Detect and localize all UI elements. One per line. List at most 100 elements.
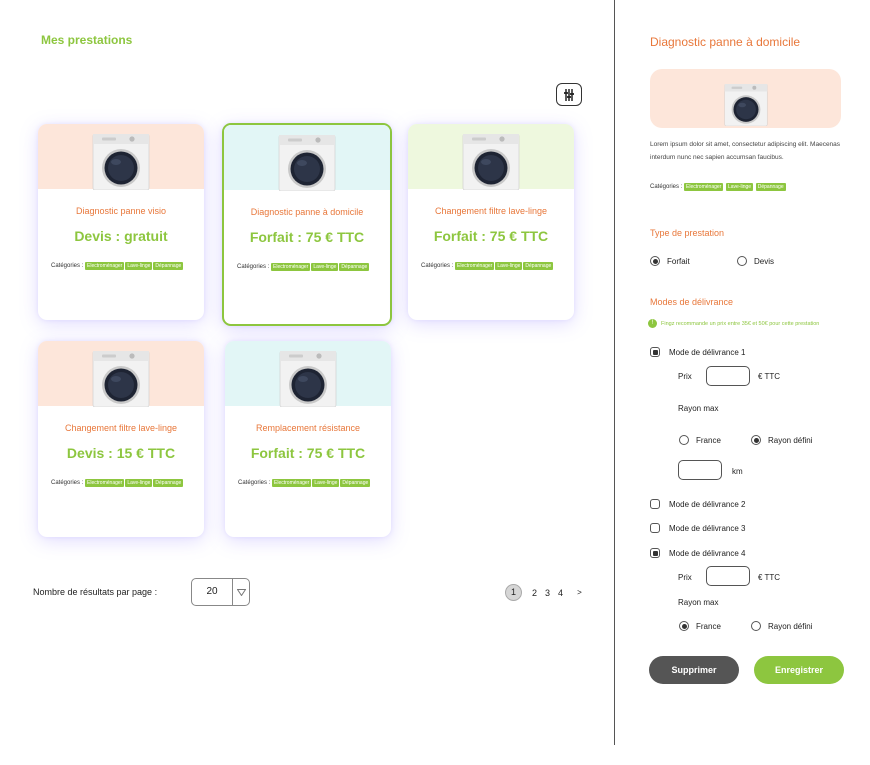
tag: Dépannage <box>153 262 184 270</box>
tag: Electroménager <box>85 262 125 270</box>
washing-machine-image <box>279 350 337 408</box>
prix-label: Prix <box>678 573 692 582</box>
card-categories: Catégories : Electroménager Lave-linge Dép… <box>421 261 566 272</box>
radio-icon[interactable] <box>737 256 747 266</box>
service-card[interactable]: Diagnostic panne visio Devis : gratuit C… <box>38 124 204 320</box>
card-price: Forfait : 75 € TTC <box>250 445 366 461</box>
card-title: Diagnostic panne à domicile <box>250 207 364 217</box>
washing-machine-image <box>278 134 336 192</box>
save-button[interactable]: Enregistrer <box>754 656 844 684</box>
tag: Lave-linge <box>495 262 523 270</box>
detail-image-box <box>650 69 841 128</box>
mode-label: Mode de délivrance 1 <box>669 347 746 357</box>
rayon-max-label: Rayon max <box>678 598 719 607</box>
checkbox-icon[interactable] <box>650 523 660 533</box>
radio-icon[interactable] <box>679 435 689 445</box>
tag: Lave-linge <box>311 263 339 271</box>
price-hint: ! Fingz recommande un prix entre 35€ et … <box>648 319 819 328</box>
service-card[interactable]: Changement filtre lave-linge Devis : 15 … <box>38 341 204 537</box>
mode-3-checkbox[interactable]: Mode de délivrance 3 <box>650 523 746 533</box>
mode-4-france-option[interactable]: France <box>679 621 721 631</box>
card-categories: Catégories : Electroménager Lave-linge Dép… <box>237 262 382 273</box>
washing-machine-image <box>92 133 150 191</box>
radio-icon[interactable] <box>650 256 660 266</box>
next-page-button[interactable]: > <box>573 588 586 597</box>
filter-button[interactable] <box>556 83 582 106</box>
ttc-label: € TTC <box>758 573 781 582</box>
page-4[interactable]: 4 <box>554 588 567 598</box>
card-title: Changement filtre lave-linge <box>64 423 178 433</box>
page: Mes prestations Diagnostic panne visio D… <box>0 0 870 765</box>
page-3[interactable]: 3 <box>541 588 554 598</box>
categories-label: Catégories : <box>51 263 84 269</box>
card-price: Forfait : 75 € TTC <box>433 228 549 244</box>
km-label: km <box>732 467 743 476</box>
tag: Dépannage <box>339 263 370 271</box>
washing-machine-image <box>92 350 150 408</box>
tag: Lave-linge <box>125 479 153 487</box>
mode-label: Mode de délivrance 3 <box>669 523 746 533</box>
card-price: Devis : 15 € TTC <box>66 445 176 461</box>
checkbox-icon[interactable] <box>650 548 660 558</box>
detail-categories: Catégories : Electroménager Lave-linge D… <box>650 183 787 193</box>
price-hint-text: Fingz recommande un prix entre 35€ et 50… <box>661 320 820 327</box>
results-per-page-select[interactable]: 20 <box>191 578 250 606</box>
panel-divider <box>614 0 615 745</box>
tag: Electroménager <box>271 263 311 271</box>
page-2[interactable]: 2 <box>528 588 541 598</box>
mode-1-price-input[interactable] <box>706 366 750 386</box>
mode-4-price-input[interactable] <box>706 566 750 586</box>
tag: Electroménager <box>684 183 724 191</box>
checkbox-icon[interactable] <box>650 499 660 509</box>
mode-1-radius-input[interactable] <box>678 460 722 480</box>
mode-label: Mode de délivrance 2 <box>669 499 746 509</box>
page-title: Mes prestations <box>41 33 133 47</box>
mode-1-checkbox[interactable]: Mode de délivrance 1 <box>650 347 746 357</box>
option-label: France <box>696 621 721 631</box>
modes-section-title: Modes de délivrance <box>650 297 734 307</box>
card-title: Diagnostic panne visio <box>75 206 167 216</box>
card-title: Remplacement résistance <box>255 423 361 433</box>
tag: Electroménager <box>85 479 125 487</box>
mode-1-rayon-option[interactable]: Rayon défini <box>751 435 812 445</box>
checkbox-icon[interactable] <box>650 347 660 357</box>
tag: Lave-linge <box>726 183 754 191</box>
categories-label: Catégories : <box>237 264 270 270</box>
mode-4-checkbox[interactable]: Mode de délivrance 4 <box>650 548 746 558</box>
radio-icon[interactable] <box>751 621 761 631</box>
pagination: 1 2 3 4 > <box>505 584 586 601</box>
radio-icon[interactable] <box>679 621 689 631</box>
type-section-title: Type de prestation <box>650 228 725 238</box>
card-categories: Catégories : Electroménager Lave-linge Dép… <box>51 478 196 489</box>
mode-2-checkbox[interactable]: Mode de délivrance 2 <box>650 499 746 509</box>
prix-label: Prix <box>678 372 692 381</box>
option-label: France <box>696 435 721 445</box>
radio-icon[interactable] <box>751 435 761 445</box>
info-icon: ! <box>648 319 657 328</box>
mode-label: Mode de délivrance 4 <box>669 548 746 558</box>
service-card[interactable]: Remplacement résistance Forfait : 75 € T… <box>225 341 391 537</box>
type-option-devis[interactable]: Devis <box>737 256 774 266</box>
ttc-label: € TTC <box>758 372 781 381</box>
tag: Lave-linge <box>125 262 153 270</box>
option-label: Rayon défini <box>768 621 813 631</box>
tag: Dépannage <box>153 479 184 487</box>
card-title: Changement filtre lave-linge <box>434 206 548 216</box>
type-option-forfait[interactable]: Forfait <box>650 256 690 266</box>
tag: Lave-linge <box>312 479 340 487</box>
card-price: Devis : gratuit <box>74 228 168 244</box>
page-1[interactable]: 1 <box>505 584 522 601</box>
service-card[interactable]: Changement filtre lave-linge Forfait : 7… <box>408 124 574 320</box>
service-card[interactable]: Diagnostic panne à domicile Forfait : 75… <box>222 123 392 326</box>
tag: Dépannage <box>755 183 786 191</box>
mode-4-rayon-option[interactable]: Rayon défini <box>751 621 812 631</box>
categories-label: Catégories : <box>238 480 271 486</box>
chevron-down-icon[interactable] <box>232 579 249 605</box>
type-option-label: Devis <box>754 256 775 266</box>
card-categories: Catégories : Electroménager Lave-linge Dép… <box>238 478 383 489</box>
mode-1-france-option[interactable]: France <box>679 435 721 445</box>
delete-button[interactable]: Supprimer <box>649 656 739 684</box>
categories-label: Catégories : <box>421 263 454 269</box>
type-option-label: Forfait <box>667 256 690 266</box>
tag: Dépannage <box>340 479 371 487</box>
